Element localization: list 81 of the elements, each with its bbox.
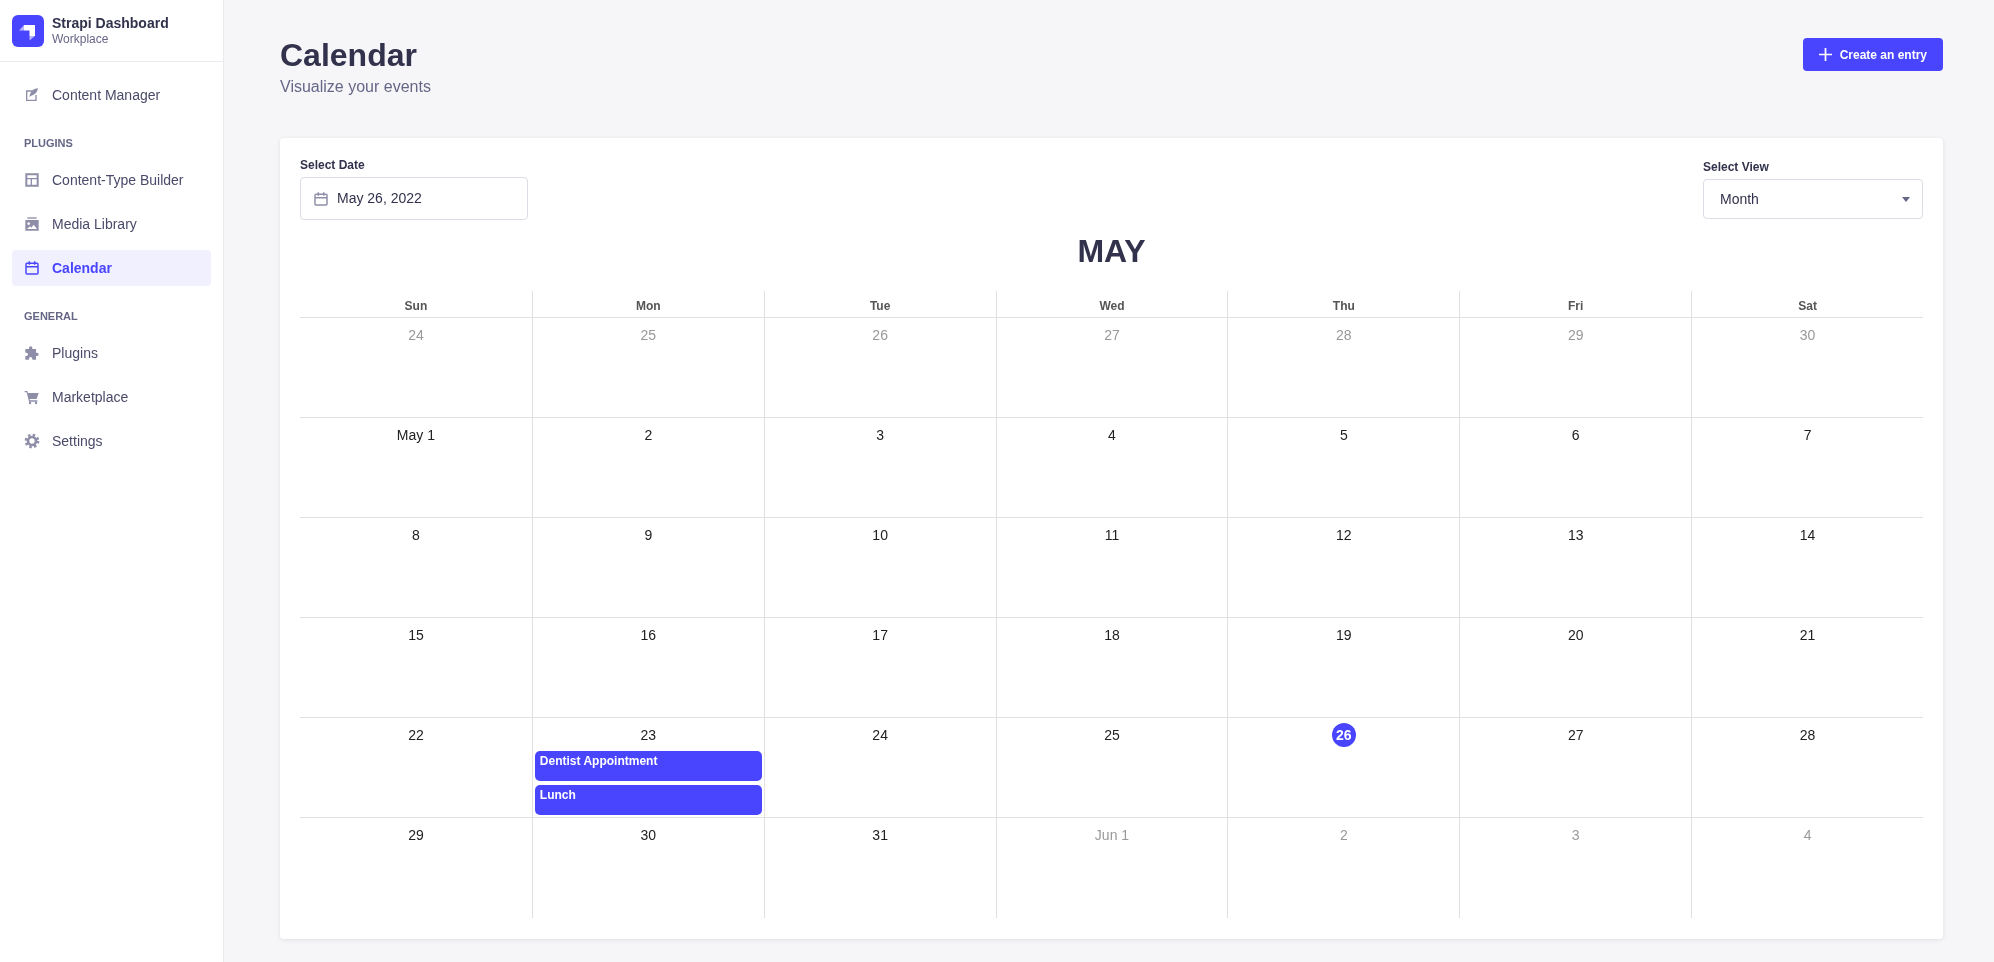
page-subtitle: Visualize your events: [280, 77, 431, 97]
calendar-icon: [313, 190, 329, 207]
date-field[interactable]: May 26, 2022: [300, 177, 528, 220]
day-number: 26: [1331, 723, 1356, 747]
day-number: 31: [872, 826, 888, 845]
event-chip[interactable]: Dentist Appointment: [534, 751, 762, 781]
day-number: 5: [1339, 426, 1348, 445]
event-chip[interactable]: Lunch: [534, 785, 762, 815]
day-number: 30: [640, 826, 657, 845]
weekday-label: Thu: [1332, 298, 1355, 314]
day-number: 25: [1104, 726, 1120, 745]
settings-icon: [24, 433, 40, 449]
layout-icon: [24, 172, 40, 188]
day-number: 9: [644, 526, 653, 545]
day-number: 3: [876, 426, 885, 445]
weekday-label: Mon: [635, 298, 661, 314]
day-number: 27: [1104, 326, 1120, 345]
caret-icon: [1902, 196, 1910, 202]
day-number: 15: [408, 626, 424, 645]
day-number: 14: [1799, 526, 1816, 545]
day-number: 24: [872, 726, 888, 745]
day-number: 20: [1567, 626, 1584, 645]
day-number: 2: [1339, 826, 1348, 845]
weekday-label: Sun: [404, 298, 428, 314]
day-number: 17: [872, 626, 888, 645]
day-number: 21: [1799, 626, 1816, 645]
day-number: Jun 1: [1094, 826, 1130, 845]
day-number: 28: [1799, 726, 1816, 745]
day-number: 13: [1567, 526, 1584, 545]
day-number: 2: [644, 426, 653, 445]
weekday-label: Wed: [1099, 298, 1125, 314]
nav-item[interactable]: Content Manager: [12, 77, 211, 113]
weekday-label: Sat: [1798, 298, 1817, 314]
day-number: 29: [408, 826, 424, 845]
day-number: 28: [1336, 326, 1352, 345]
day-number: 24: [408, 326, 424, 345]
calendar-icon: [24, 260, 40, 276]
nav-item[interactable]: Marketplace: [12, 379, 211, 415]
day-number: 3: [1571, 826, 1580, 845]
day-number: 25: [640, 326, 657, 345]
logo-icon: [12, 14, 44, 47]
page-title: Calendar: [280, 36, 418, 75]
day-number: 29: [1567, 326, 1584, 345]
day-number: 8: [412, 526, 420, 545]
nav-item[interactable]: Calendar: [12, 250, 211, 286]
nav-item[interactable]: Settings: [12, 423, 211, 459]
day-number: 7: [1803, 426, 1812, 445]
brand-name: Strapi Dashboard: [52, 14, 169, 32]
cart-icon: [24, 389, 40, 405]
month-title: MAY: [1076, 232, 1147, 271]
day-number: 30: [1799, 326, 1816, 345]
day-number: 16: [640, 626, 657, 645]
day-number: 4: [1803, 826, 1812, 845]
nav-item[interactable]: Plugins: [12, 335, 211, 371]
day-number: 12: [1336, 526, 1352, 545]
create-entry-button[interactable]: Create an entry: [1802, 38, 1943, 71]
day-number: 18: [1104, 626, 1120, 645]
section-heading: GENERAL: [23, 309, 79, 324]
day-number: 11: [1104, 526, 1120, 545]
nav-item[interactable]: Content-Type Builder: [12, 162, 211, 198]
day-number: 27: [1567, 726, 1584, 745]
edit-icon: [24, 87, 40, 103]
nav-item[interactable]: Media Library: [12, 206, 211, 242]
day-number: 10: [872, 526, 888, 545]
plus-icon: [1818, 48, 1832, 61]
workspace-name: Workplace: [52, 32, 110, 47]
day-number: 19: [1336, 626, 1352, 645]
day-number: 4: [1108, 426, 1116, 445]
section-heading: PLUGINS: [23, 136, 74, 151]
weekday-label: Tue: [869, 298, 891, 314]
weekday-label: Fri: [1568, 298, 1584, 314]
puzzle-icon: [24, 345, 40, 361]
day-number: 6: [1571, 426, 1580, 445]
field-label: Select View: [1703, 159, 1770, 175]
field-label: Select Date: [300, 157, 366, 173]
day-number: May 1: [396, 426, 435, 445]
view-select[interactable]: Month: [1703, 179, 1923, 219]
day-number: 23: [640, 726, 657, 745]
day-number: 26: [872, 326, 888, 345]
day-number: 22: [408, 726, 424, 745]
image-icon: [24, 216, 40, 232]
